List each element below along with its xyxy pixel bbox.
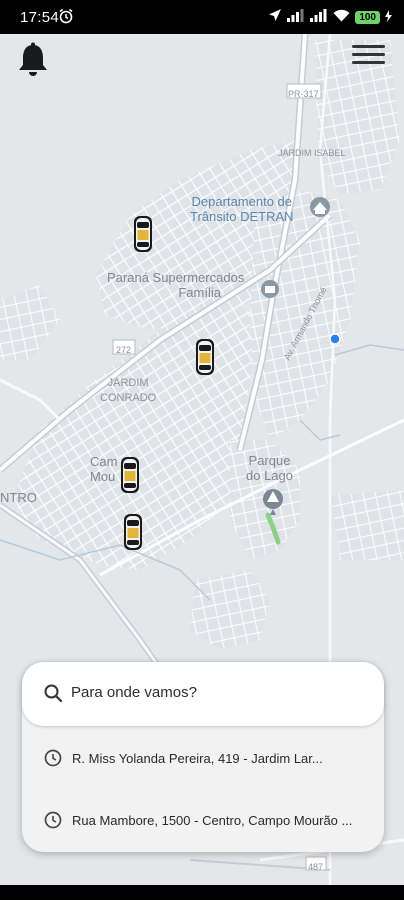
alarm-icon (58, 8, 74, 29)
taxi-car-icon[interactable] (195, 338, 215, 376)
map-label-pr317: PR-317 (288, 89, 319, 99)
search-placeholder: Para onde vamos? (71, 684, 197, 701)
map-label-centro: NTRO (0, 490, 37, 505)
app-screen: 17:54 100 PR-317 JARDIM ISABEL Departame… (0, 0, 404, 900)
taxi-car-icon[interactable] (123, 513, 143, 551)
map-label-supermercado: Paraná Supermercados Família (107, 270, 245, 300)
recent-place-item[interactable]: R. Miss Yolanda Pereira, 419 - Jardim La… (22, 732, 384, 788)
wifi-icon (333, 9, 350, 27)
map-label-jardim-conrado: JARDIM CONRADO (100, 377, 157, 404)
search-icon (44, 684, 63, 707)
taxi-car-icon[interactable] (120, 456, 140, 494)
map-label-road-272: 272 (116, 345, 132, 355)
signal-icon-secondary (310, 8, 328, 27)
location-icon (268, 8, 282, 27)
hamburger-menu-icon[interactable] (351, 40, 387, 72)
recent-place-address: Rua Mambore, 1500 - Centro, Campo Mourão… (72, 813, 353, 828)
history-clock-icon (44, 749, 62, 772)
status-time: 17:54 (20, 9, 60, 26)
map-label-parque-do-lago: Parque do Lago (246, 453, 293, 483)
signal-icon (287, 8, 305, 27)
recent-place-item[interactable]: Rua Mambore, 1500 - Centro, Campo Mourão… (22, 794, 384, 850)
map-label-road-487: 487 (308, 862, 324, 872)
map-label-campo: Cam Mou (90, 454, 118, 484)
history-clock-icon (44, 811, 62, 834)
status-bar: 17:54 100 (0, 0, 404, 34)
battery-indicator: 100 (355, 11, 380, 24)
taxi-car-icon[interactable] (133, 215, 153, 253)
charging-icon (385, 9, 392, 27)
destination-search-bar[interactable]: Para onde vamos? (22, 662, 384, 726)
destination-panel: Para onde vamos? R. Miss Yolanda Pereira… (22, 662, 384, 852)
recent-place-address: R. Miss Yolanda Pereira, 419 - Jardim La… (72, 751, 323, 766)
notifications-bell-icon[interactable] (16, 42, 50, 78)
map-label-detran: Departamento de Trânsito DETRAN (190, 194, 294, 224)
system-nav-bar (0, 885, 404, 900)
map-label-jardim-isabel: JARDIM ISABEL (278, 148, 346, 158)
